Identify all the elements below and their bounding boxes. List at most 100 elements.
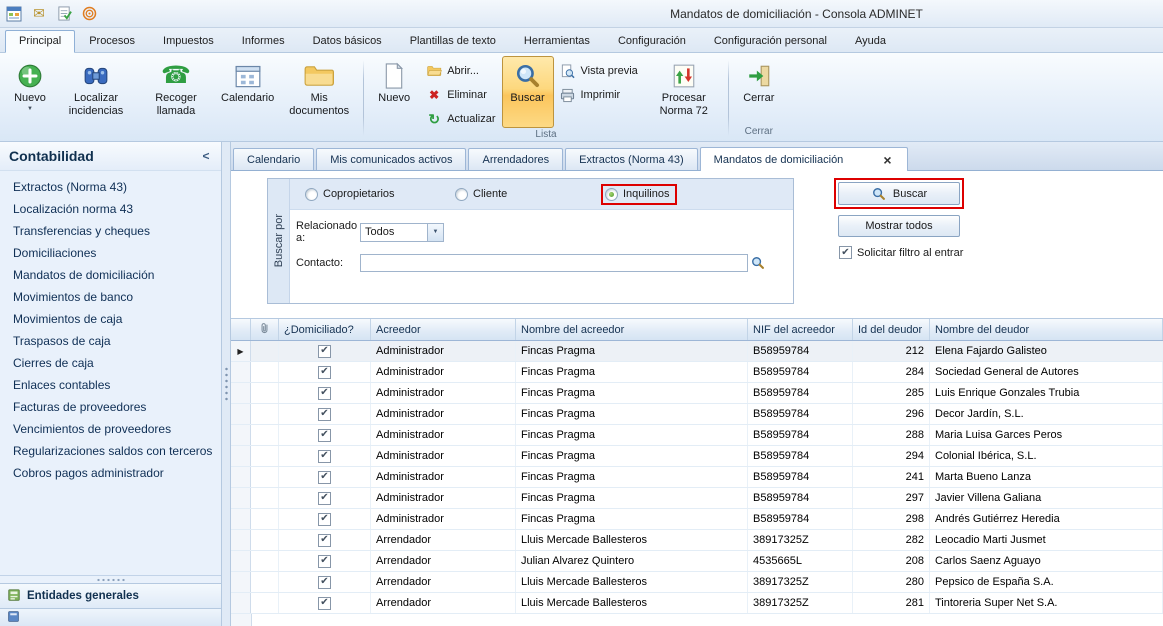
grid-header-domiciliado[interactable]: ¿Domiciliado? xyxy=(279,319,371,340)
table-row[interactable]: ✔ArrendadorLluis Mercade Ballesteros3891… xyxy=(231,593,1163,614)
sidebar-section-entidades[interactable]: Entidades generales xyxy=(0,583,221,608)
sidebar-item-facturas-de-proveedores[interactable]: Facturas de proveedores xyxy=(0,396,221,418)
sidebar-splitter-grip[interactable] xyxy=(0,575,221,583)
grid-header-nif[interactable]: NIF del acreedor xyxy=(748,319,853,340)
domiciliado-checkbox[interactable]: ✔ xyxy=(318,471,331,484)
domiciliado-checkbox[interactable]: ✔ xyxy=(318,408,331,421)
table-row[interactable]: ✔ArrendadorJulian Alvarez Quintero453566… xyxy=(231,551,1163,572)
table-row[interactable]: ✔AdministradorFincas PragmaB58959784296D… xyxy=(231,404,1163,425)
grid-header-attachment[interactable] xyxy=(251,319,279,340)
menu-tab-configuracion[interactable]: Configuración xyxy=(604,30,700,52)
menu-tab-procesos[interactable]: Procesos xyxy=(75,30,149,52)
mail-icon[interactable]: ✉ xyxy=(28,3,50,25)
tab-mandatos-de-domiciliacion[interactable]: Mandatos de domiciliación× xyxy=(700,147,908,171)
domiciliado-checkbox[interactable]: ✔ xyxy=(318,429,331,442)
localizar-incidencias-button[interactable]: Localizar incidencias xyxy=(56,56,136,125)
table-row[interactable]: ✔AdministradorFincas PragmaB58959784298A… xyxy=(231,509,1163,530)
menu-tab-plantillas-de-texto[interactable]: Plantillas de texto xyxy=(396,30,510,52)
recoger-llamada-button[interactable]: ☎ Recoger llamada xyxy=(136,56,216,125)
domiciliado-checkbox[interactable]: ✔ xyxy=(318,450,331,463)
ribbon: Nuevo ▼ Localizar incidencias ☎ Recoger … xyxy=(0,53,1163,142)
menu-tab-datos-basicos[interactable]: Datos básicos xyxy=(299,30,396,52)
mostrar-todos-button[interactable]: Mostrar todos xyxy=(838,215,960,237)
tab-mis-comunicados-activos[interactable]: Mis comunicados activos xyxy=(316,148,466,170)
sidebar-item-extractos-norma-43[interactable]: Extractos (Norma 43) xyxy=(0,176,221,198)
lookup-icon[interactable] xyxy=(751,256,765,270)
nuevo-registro-button[interactable]: Nuevo xyxy=(368,56,420,128)
domiciliado-checkbox[interactable]: ✔ xyxy=(318,366,331,379)
radio-inquilinos[interactable]: Inquilinos xyxy=(605,188,673,201)
table-row[interactable]: ✔AdministradorFincas PragmaB58959784288M… xyxy=(231,425,1163,446)
sidebar-item-enlaces-contables[interactable]: Enlaces contables xyxy=(0,374,221,396)
solicitar-filtro-checkbox[interactable]: ✔ Solicitar filtro al entrar xyxy=(839,246,963,259)
sidebar-item-cobros-pagos-administrador[interactable]: Cobros pagos administrador xyxy=(0,462,221,484)
sidebar-item-localizacion-norma-43[interactable]: Localización norma 43 xyxy=(0,198,221,220)
actualizar-button[interactable]: ↻ Actualizar xyxy=(423,110,498,128)
menu-tab-informes[interactable]: Informes xyxy=(228,30,299,52)
tab-arrendadores[interactable]: Arrendadores xyxy=(468,148,563,170)
tab-extractos-norma-43[interactable]: Extractos (Norma 43) xyxy=(565,148,698,170)
menu-tab-configuracion-personal[interactable]: Configuración personal xyxy=(700,30,841,52)
radio-copropietarios[interactable]: Copropietarios xyxy=(305,188,455,201)
table-row[interactable]: ✔AdministradorFincas PragmaB58959784284S… xyxy=(231,362,1163,383)
sidebar-splitter[interactable] xyxy=(222,142,231,626)
grid-header-acreedor[interactable]: Acreedor xyxy=(371,319,516,340)
menu-tab-principal[interactable]: Principal xyxy=(5,30,75,53)
cell-id-deudor: 282 xyxy=(853,530,930,550)
sidebar-item-domiciliaciones[interactable]: Domiciliaciones xyxy=(0,242,221,264)
sidebar-section-partial[interactable] xyxy=(0,608,221,626)
domiciliado-checkbox[interactable]: ✔ xyxy=(318,513,331,526)
buscar-button[interactable]: Buscar xyxy=(838,182,960,205)
cerrar-button[interactable]: Cerrar xyxy=(733,56,785,125)
grid-header-nombre-deudor[interactable]: Nombre del deudor xyxy=(930,319,1163,340)
domiciliado-checkbox[interactable]: ✔ xyxy=(318,387,331,400)
table-row[interactable]: ▶✔AdministradorFincas PragmaB58959784212… xyxy=(231,341,1163,362)
menu-tab-ayuda[interactable]: Ayuda xyxy=(841,30,900,52)
table-row[interactable]: ✔AdministradorFincas PragmaB58959784241M… xyxy=(231,467,1163,488)
calendario-button[interactable]: Calendario xyxy=(216,56,279,125)
table-row[interactable]: ✔AdministradorFincas PragmaB58959784294C… xyxy=(231,446,1163,467)
sidebar-item-movimientos-de-banco[interactable]: Movimientos de banco xyxy=(0,286,221,308)
table-row[interactable]: ✔ArrendadorLluis Mercade Ballesteros3891… xyxy=(231,530,1163,551)
sidebar-item-movimientos-de-caja[interactable]: Movimientos de caja xyxy=(0,308,221,330)
sidebar-item-cierres-de-caja[interactable]: Cierres de caja xyxy=(0,352,221,374)
tab-calendario[interactable]: Calendario xyxy=(233,148,314,170)
table-row[interactable]: ✔ArrendadorLluis Mercade Ballesteros3891… xyxy=(231,572,1163,593)
collapse-chevron-icon[interactable]: < xyxy=(198,148,214,164)
grid-header-id-deudor[interactable]: Id del deudor xyxy=(853,319,930,340)
vista-previa-button[interactable]: Vista previa xyxy=(557,62,641,80)
radio-cliente[interactable]: Cliente xyxy=(455,188,605,201)
domiciliado-checkbox[interactable]: ✔ xyxy=(318,576,331,589)
table-row[interactable]: ✔AdministradorFincas PragmaB58959784297J… xyxy=(231,488,1163,509)
sidebar-item-transferencias-y-cheques[interactable]: Transferencias y cheques xyxy=(0,220,221,242)
grid-header-nombre-acreedor[interactable]: Nombre del acreedor xyxy=(516,319,748,340)
notes-icon[interactable] xyxy=(53,3,75,25)
menu-tab-herramientas[interactable]: Herramientas xyxy=(510,30,604,52)
sidebar-item-traspasos-de-caja[interactable]: Traspasos de caja xyxy=(0,330,221,352)
mis-documentos-button[interactable]: Mis documentos xyxy=(279,56,359,125)
buscar-ribbon-button[interactable]: Buscar xyxy=(502,56,554,128)
titlebar: ✉ Mandatos de domiciliación - Consola AD… xyxy=(0,0,1163,28)
app-icon[interactable] xyxy=(3,3,25,25)
sidebar-item-mandatos-de-domiciliacion[interactable]: Mandatos de domiciliación xyxy=(0,264,221,286)
nuevo-button[interactable]: Nuevo ▼ xyxy=(4,56,56,125)
domiciliado-checkbox[interactable]: ✔ xyxy=(318,534,331,547)
relacionado-dropdown[interactable]: Todos ▼ xyxy=(360,223,444,242)
rings-icon[interactable] xyxy=(78,3,100,25)
imprimir-button[interactable]: Imprimir xyxy=(557,86,641,104)
sidebar-item-regularizaciones-saldos-con-terceros[interactable]: Regularizaciones saldos con terceros xyxy=(0,440,221,462)
domiciliado-checkbox[interactable]: ✔ xyxy=(318,492,331,505)
abrir-button[interactable]: Abrir... xyxy=(423,62,498,80)
contacto-input[interactable] xyxy=(360,254,748,272)
domiciliado-checkbox[interactable]: ✔ xyxy=(318,555,331,568)
table-row[interactable]: ✔AdministradorFincas PragmaB58959784285L… xyxy=(231,383,1163,404)
menu-tab-impuestos[interactable]: Impuestos xyxy=(149,30,228,52)
sidebar-item-vencimientos-de-proveedores[interactable]: Vencimientos de proveedores xyxy=(0,418,221,440)
procesar-norma-72-button[interactable]: Procesar Norma 72 xyxy=(644,56,724,128)
tab-close-icon[interactable]: × xyxy=(881,153,893,167)
cell-attachment xyxy=(251,362,279,382)
domiciliado-checkbox[interactable]: ✔ xyxy=(318,597,331,610)
eliminar-button[interactable]: ✖ Eliminar xyxy=(423,86,498,104)
dropdown-button[interactable]: ▼ xyxy=(427,224,443,241)
domiciliado-checkbox[interactable]: ✔ xyxy=(318,345,331,358)
